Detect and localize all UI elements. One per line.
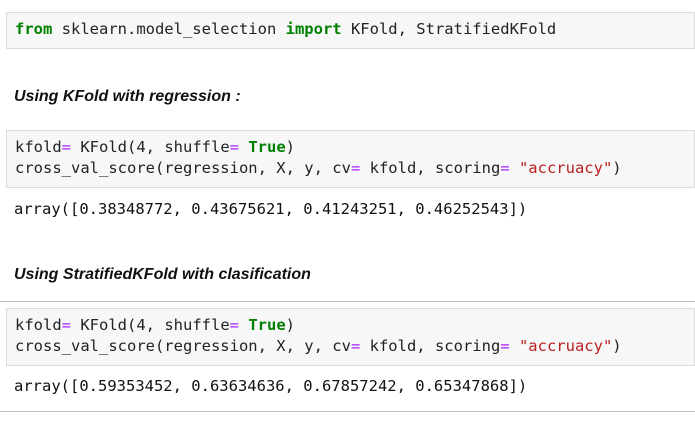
cell-divider [0, 411, 695, 412]
code-cell-kfold-classification[interactable]: kfold= KFold(4, shuffle= True) cross_val… [6, 308, 695, 366]
code-line-cross-val: cross_val_score(regression, X, y, cv= kf… [15, 158, 694, 179]
section-heading-regression: Using KFold with regression : [14, 88, 241, 105]
code-token: cross_val_score(regression, X, y, cv [15, 159, 351, 177]
code-token: kfold [15, 316, 62, 334]
cell-output-regression: array([0.38348772, 0.43675621, 0.4124325… [14, 200, 528, 218]
operator-token: = [229, 138, 239, 156]
code-token: cross_val_score(regression, X, y, cv [15, 337, 351, 355]
section-heading-classification: Using StratifiedKFold with clasification [14, 266, 311, 283]
cell-output-classification: array([0.59353452, 0.63634636, 0.6785724… [14, 377, 528, 395]
code-line-kfold-assign: kfold= KFold(4, shuffle= True) [15, 315, 694, 336]
notebook-page: from sklearn.model_selection import KFol… [0, 0, 695, 422]
code-token: ) [285, 138, 296, 156]
operator-token: = [350, 159, 361, 177]
code-token: ) [612, 159, 622, 177]
operator-token: = [229, 316, 239, 334]
code-token: kfold [15, 138, 62, 156]
operator-token: = [61, 316, 72, 334]
operator-token: = [350, 337, 361, 355]
code-token: kfold, scoring [360, 337, 501, 355]
code-line-import: from sklearn.model_selection import KFol… [15, 19, 694, 40]
code-token: kfold, scoring [360, 159, 501, 177]
operator-token: = [500, 337, 510, 355]
code-token: ) [285, 316, 296, 334]
operator-token: = [500, 159, 510, 177]
string-token: "accruacy" [518, 159, 613, 177]
string-token: "accruacy" [518, 337, 613, 355]
operator-token: = [61, 138, 72, 156]
code-line-kfold-assign: kfold= KFold(4, shuffle= True) [15, 137, 694, 158]
keyword-true: True [248, 138, 286, 156]
keyword-true: True [248, 316, 286, 334]
code-token: KFold(4, shuffle [71, 316, 230, 334]
keyword-from: from [15, 20, 53, 38]
code-token: ) [612, 337, 622, 355]
code-line-cross-val: cross_val_score(regression, X, y, cv= kf… [15, 336, 694, 357]
keyword-import: import [285, 20, 342, 38]
imported-names: KFold, StratifiedKFold [341, 20, 557, 38]
code-token: KFold(4, shuffle [71, 138, 230, 156]
code-cell-import[interactable]: from sklearn.model_selection import KFol… [6, 12, 695, 49]
code-cell-kfold-regression[interactable]: kfold= KFold(4, shuffle= True) cross_val… [6, 130, 695, 188]
module-name: sklearn.model_selection [52, 20, 286, 38]
cell-divider [0, 301, 695, 302]
